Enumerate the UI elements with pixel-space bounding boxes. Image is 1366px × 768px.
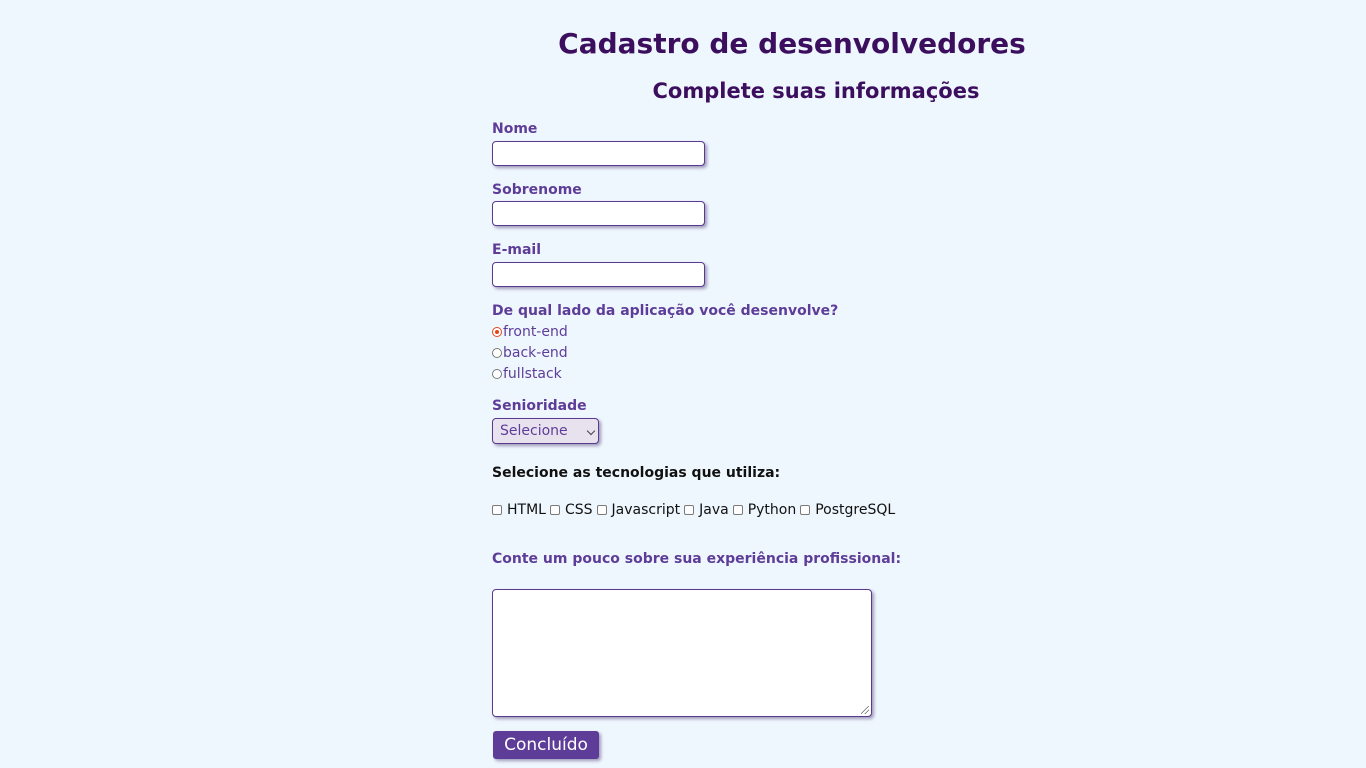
surname-label: Sobrenome [492,182,582,198]
radio-option-back-end[interactable]: back-end [492,343,568,363]
checkbox-javascript[interactable] [596,505,607,515]
tech-option-postgresql[interactable]: PostgreSQL [800,502,895,518]
surname-input[interactable] [492,201,705,226]
tech-option-html[interactable]: HTML [492,502,546,518]
checkbox-python[interactable] [732,505,743,515]
name-label: Nome [492,121,538,137]
submit-button[interactable]: Concluído [493,731,599,759]
page-subtitle: Complete suas informações [652,79,980,103]
seniority-selected-value: Selecione [500,423,568,439]
technologies-label: Selecione as tecnologias que utiliza: [492,465,781,481]
tech-option-python[interactable]: Python [732,502,797,518]
checkbox-html[interactable] [492,505,502,515]
tech-label-java: Java [699,502,729,518]
experience-label: Conte um pouco sobre sua experiência pro… [492,551,902,567]
tech-option-javascript[interactable]: Javascript [596,502,681,518]
page-title: Cadastro de desenvolvedores [558,27,1026,60]
checkbox-java[interactable] [684,505,695,515]
tech-label-python: Python [747,502,797,518]
checkbox-css[interactable] [549,505,560,515]
tech-option-java[interactable]: Java [684,502,729,518]
technologies-checkbox-group: HTML CSS Javascript Java Python PostgreS… [492,500,899,520]
resize-grip-icon[interactable] [861,706,869,714]
checkbox-postgresql[interactable] [800,505,811,515]
side-question-label: De qual lado da aplicação você desenvolv… [492,303,839,319]
email-label: E-mail [492,242,542,258]
radio-label-back-end: back-end [503,345,568,361]
radio-fullstack[interactable] [492,369,502,379]
experience-textarea[interactable] [492,589,872,717]
name-input[interactable] [492,141,705,166]
email-input[interactable] [492,262,705,287]
tech-label-postgresql: PostgreSQL [815,502,896,518]
seniority-select[interactable]: Selecione [492,418,599,444]
radio-label-front-end: front-end [503,324,568,340]
radio-label-fullstack: fullstack [503,366,562,382]
tech-label-html: HTML [507,502,546,518]
tech-label-css: CSS [564,502,593,518]
radio-option-fullstack[interactable]: fullstack [492,364,562,384]
radio-back-end[interactable] [492,348,502,358]
radio-option-front-end[interactable]: front-end [492,322,568,342]
radio-front-end[interactable] [492,327,502,337]
chevron-down-icon [586,426,596,436]
seniority-label: Senioridade [492,398,587,414]
tech-label-javascript: Javascript [611,502,681,518]
tech-option-css[interactable]: CSS [549,502,593,518]
